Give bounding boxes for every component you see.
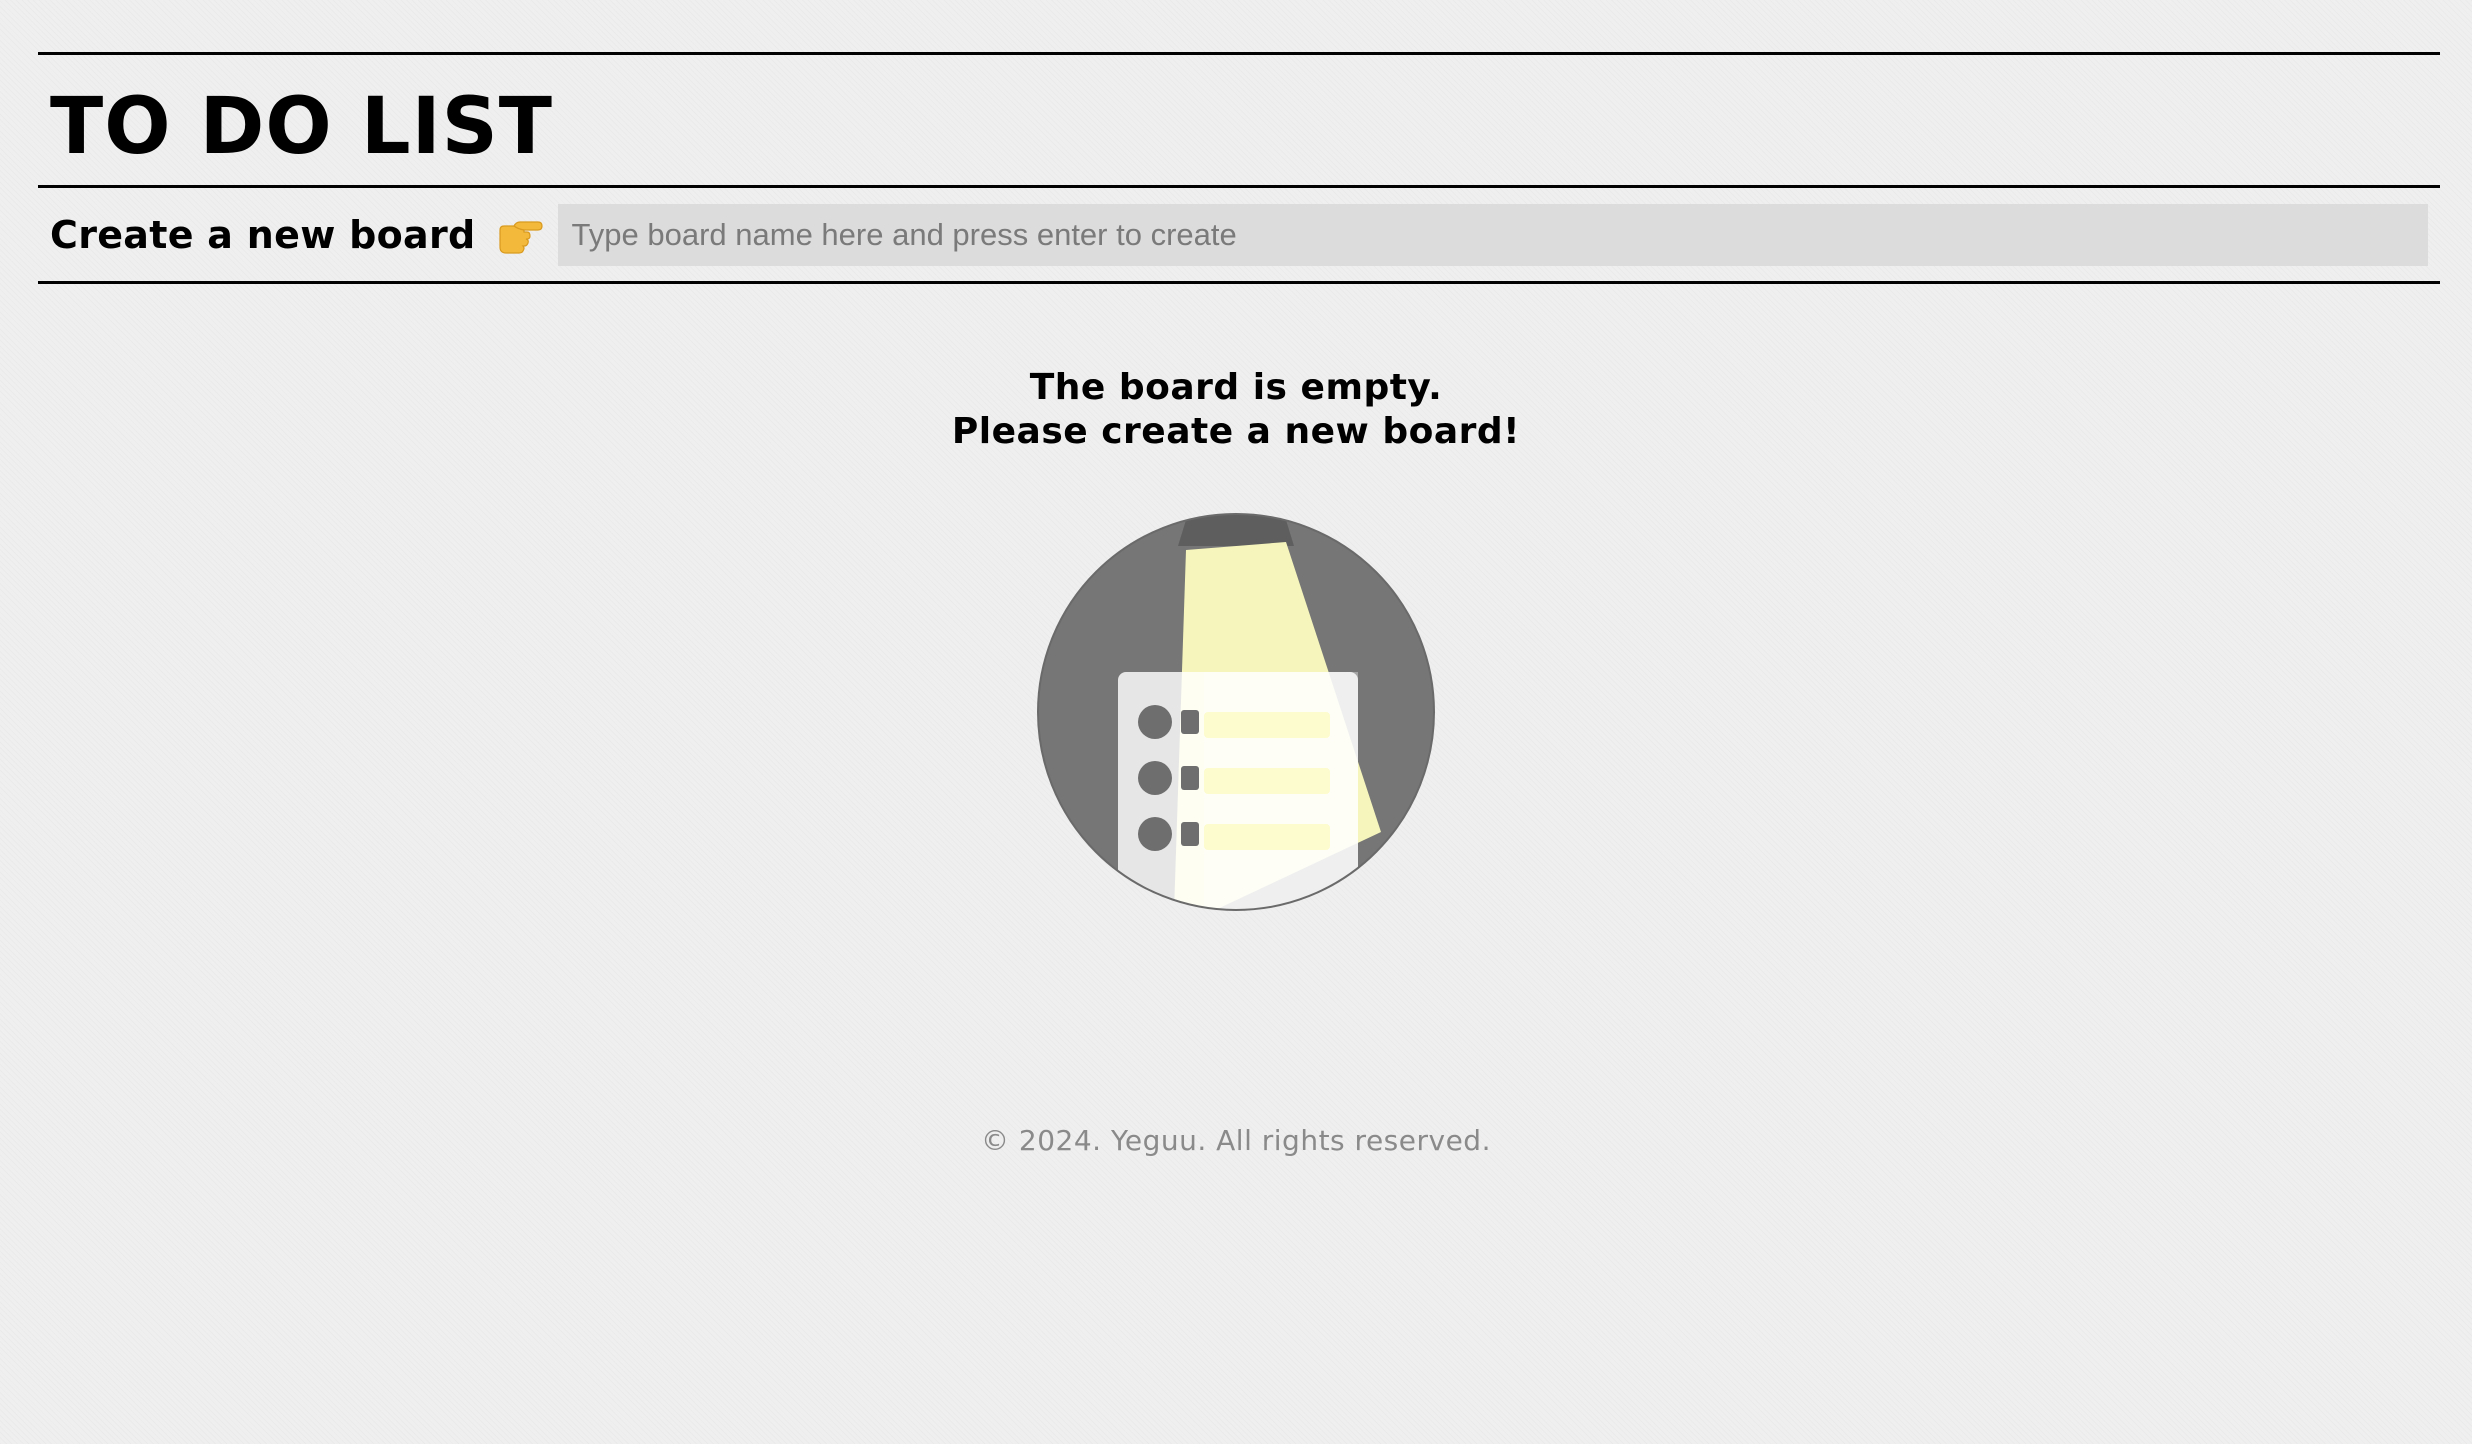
create-board-label: Create a new board: [50, 212, 476, 257]
footer-copyright: © 2024. Yeguu. All rights reserved.: [981, 1124, 1491, 1157]
pointing-hand-icon: [498, 220, 543, 254]
create-row-divider: [38, 281, 2440, 284]
app-container: TO DO LIST Create a new board: [38, 52, 2440, 284]
page-title: TO DO LIST: [50, 82, 553, 172]
create-board-row: Create a new board: [38, 188, 2440, 281]
empty-message-line-2: Please create a new board!: [951, 411, 1521, 452]
board-name-input[interactable]: [557, 203, 2428, 266]
empty-board-illustration: [1037, 513, 1435, 911]
empty-message-line-1: The board is empty.: [1029, 367, 1443, 408]
empty-board-message: The board is empty. Please create a new …: [0, 366, 2472, 912]
